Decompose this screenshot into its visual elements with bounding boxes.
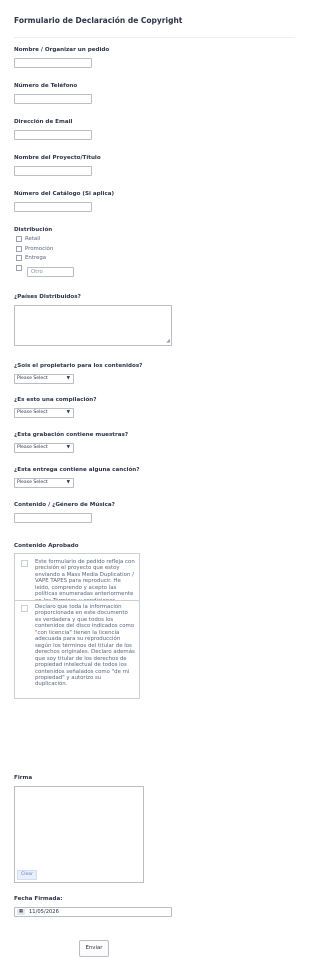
- calendar-icon[interactable]: ▦: [17, 909, 25, 915]
- select-value: Please Select: [17, 376, 48, 381]
- signature-label: Firma: [14, 775, 33, 781]
- samples-select[interactable]: Please Select ▼: [14, 443, 74, 453]
- samples-label: ¿Esta grabación contiene muestras?: [14, 432, 129, 438]
- name-label: Nombre / Organizar un pedido: [14, 47, 110, 53]
- approved-label: Contenido Aprobado: [14, 543, 79, 549]
- other-input[interactable]: Otro: [27, 267, 74, 277]
- owner-label: ¿Sois el propietario para los contenidos…: [14, 363, 143, 369]
- checkbox[interactable]: [16, 255, 22, 261]
- distribution-option-entrega[interactable]: Entrega: [16, 255, 46, 261]
- chevron-down-icon: ▼: [66, 410, 70, 415]
- distribution-option-retail[interactable]: Retail: [16, 236, 40, 242]
- project-label: Nombre del Proyecto/Título: [14, 155, 101, 161]
- countries-label: ¿Países Distribuidos?: [14, 294, 81, 300]
- distribution-option-other[interactable]: [16, 265, 22, 271]
- option-label: Retail: [25, 236, 41, 242]
- genre-label: Contenido / ¿Género de Música?: [14, 502, 115, 508]
- approval-text-1: Este formulario de pedido refleja con pr…: [35, 559, 135, 604]
- clear-signature-button[interactable]: Clear: [17, 870, 38, 880]
- email-input[interactable]: [14, 130, 92, 140]
- phone-input[interactable]: [14, 94, 92, 104]
- catalog-input[interactable]: [14, 202, 92, 212]
- chevron-down-icon: ▼: [66, 480, 70, 485]
- songs-select[interactable]: Please Select ▼: [14, 478, 74, 488]
- option-label: Promoción: [25, 246, 54, 252]
- chevron-down-icon: ▼: [66, 376, 70, 381]
- songs-label: ¿Esta entrega contiene alguna canción?: [14, 467, 140, 473]
- title-divider: [14, 37, 295, 38]
- approved-box-1: Este formulario de pedido refleja con pr…: [14, 553, 140, 604]
- select-value: Please Select: [17, 410, 48, 415]
- option-label: Entrega: [25, 255, 47, 261]
- chevron-down-icon: ▼: [66, 445, 70, 450]
- signature-pad[interactable]: Clear: [14, 786, 144, 883]
- resize-grip-icon[interactable]: ◢: [166, 339, 170, 344]
- owner-select[interactable]: Please Select ▼: [14, 374, 74, 384]
- compilation-select[interactable]: Please Select ▼: [14, 408, 74, 418]
- phone-label: Número de Teléfono: [14, 83, 78, 89]
- email-label: Dirección de Email: [14, 119, 73, 125]
- checkbox[interactable]: [16, 236, 22, 242]
- approved-box-2: Declaro que toda la información proporci…: [14, 600, 140, 699]
- approval-text-2: Declaro que toda la información proporci…: [35, 604, 135, 688]
- select-value: Please Select: [17, 445, 48, 450]
- approval-checkbox-1[interactable]: [21, 560, 28, 567]
- date-label: Fecha Firmada:: [14, 896, 63, 902]
- checkbox[interactable]: [16, 246, 22, 252]
- project-input[interactable]: [14, 166, 92, 176]
- distribution-option-promocion[interactable]: Promoción: [16, 246, 53, 252]
- distribution-label: Distribución: [14, 227, 53, 233]
- approval-checkbox-2[interactable]: [21, 605, 28, 612]
- date-value: 11/05/2026: [29, 909, 59, 915]
- checkbox[interactable]: [16, 265, 22, 271]
- compilation-label: ¿Es esto una compilación?: [14, 397, 97, 403]
- countries-textarea[interactable]: ◢: [14, 305, 172, 346]
- genre-input[interactable]: [14, 513, 92, 523]
- form-title: Formulario de Declaración de Copyright: [14, 16, 183, 25]
- catalog-label: Número del Catálogo (Si aplica): [14, 191, 115, 197]
- name-input[interactable]: [14, 58, 92, 68]
- date-input[interactable]: ▦ 11/05/2026: [14, 907, 172, 917]
- select-value: Please Select: [17, 480, 48, 485]
- submit-button[interactable]: Enviar: [79, 940, 109, 957]
